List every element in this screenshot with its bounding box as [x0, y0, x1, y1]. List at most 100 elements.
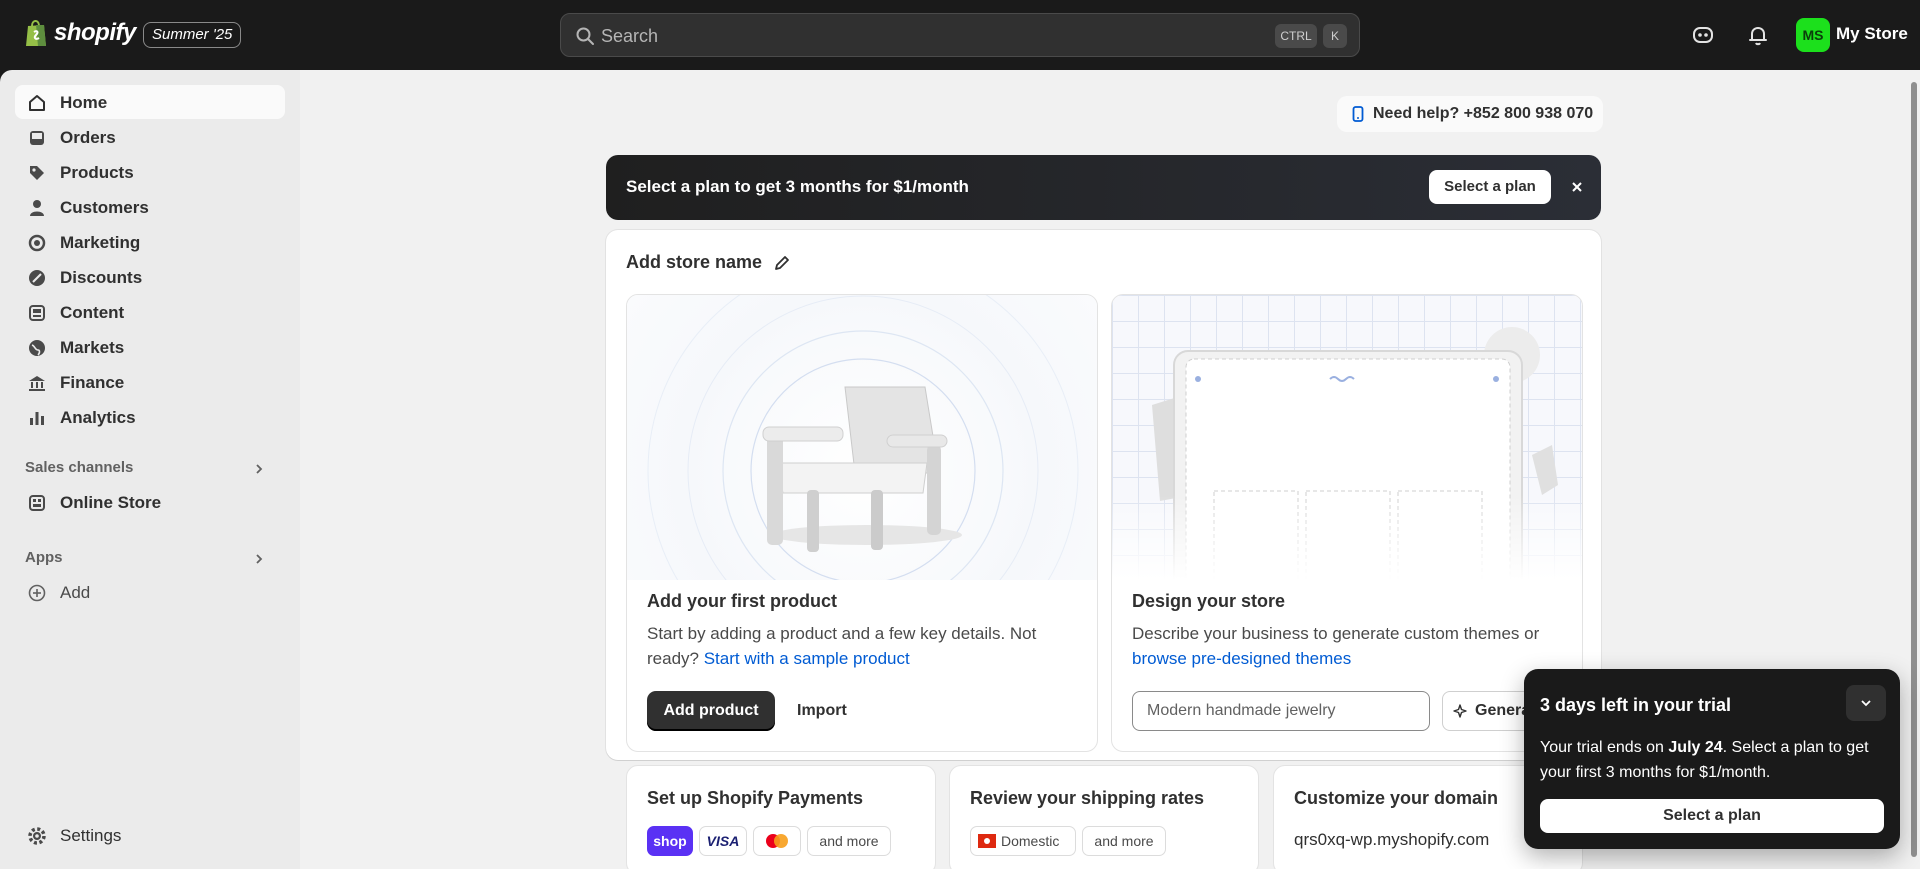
sidebar-item-products[interactable]: Products: [15, 155, 285, 189]
sidebar-item-analytics[interactable]: Analytics: [15, 400, 285, 434]
payments-and-more: and more: [807, 826, 891, 856]
search-icon: [576, 27, 594, 45]
discount-icon: [29, 270, 45, 286]
close-icon[interactable]: [1568, 178, 1586, 196]
bar-chart-icon: [30, 412, 44, 425]
edition-badge[interactable]: Summer '25: [143, 22, 242, 48]
design-store-card: Design your store Describe your business…: [1111, 294, 1583, 752]
page-scrollbar[interactable]: [1908, 70, 1920, 869]
sidebar-item-customers[interactable]: Customers: [15, 190, 285, 224]
sidebar-item-label: Online Store: [60, 493, 162, 512]
sidebar-item-label: Add: [60, 583, 91, 602]
image-icon: [29, 305, 45, 321]
store-name-title[interactable]: Add store name: [626, 252, 762, 273]
design-store-desc-text: Describe your business to generate custo…: [1132, 624, 1540, 643]
sales-channels-heading[interactable]: Sales channels: [25, 459, 133, 476]
browse-themes-link[interactable]: browse pre-designed themes: [1132, 649, 1351, 668]
avatar[interactable]: MS: [1796, 18, 1830, 52]
sidebar-item-marketing[interactable]: Marketing: [15, 225, 285, 259]
sidebar-item-label: Home: [60, 93, 108, 112]
sidebar-item-label: Discounts: [60, 268, 143, 287]
shopify-bag-icon: [26, 20, 46, 46]
payments-title: Set up Shopify Payments: [647, 788, 864, 808]
sidebar-item-home[interactable]: Home: [15, 85, 285, 119]
sidebar-item-label: Products: [60, 163, 134, 182]
person-icon: [30, 200, 44, 216]
domain-title: Customize your domain: [1294, 788, 1499, 808]
shipping-rates-card[interactable]: Review your shipping rates Domestic and …: [949, 765, 1259, 869]
shopify-logo[interactable]: shopify: [24, 18, 136, 48]
gear-icon: [28, 827, 46, 845]
mastercard-icon: [766, 834, 788, 848]
globe-icon: [29, 340, 45, 356]
shipping-and-more: and more: [1082, 826, 1166, 856]
shortcut-k-key: K: [1323, 24, 1347, 48]
help-contact[interactable]: Need help? +852 800 938 070: [1337, 96, 1604, 132]
apps-heading[interactable]: Apps: [25, 549, 63, 566]
target-icon: [28, 234, 46, 252]
pencil-icon[interactable]: [772, 253, 792, 273]
bell-icon[interactable]: [1747, 24, 1769, 46]
store-name[interactable]: My Store: [1836, 24, 1908, 44]
sidebar-item-settings[interactable]: Settings: [15, 818, 285, 852]
scrollbar-thumb[interactable]: [1911, 82, 1917, 857]
shipping-title: Review your shipping rates: [970, 788, 1205, 808]
store-icon: [29, 495, 45, 511]
trial-title: 3 days left in your trial: [1540, 695, 1732, 715]
sparkle-icon: [1453, 704, 1467, 718]
sidebar-item-online-store[interactable]: Online Store: [15, 485, 285, 519]
sidebar-item-label: Marketing: [60, 233, 141, 252]
add-product-description: Start by adding a product and a few key …: [647, 621, 1077, 671]
sidebar-item-content[interactable]: Content: [15, 295, 285, 329]
add-product-title: Add your first product: [647, 591, 837, 611]
chevron-right-icon[interactable]: [252, 462, 266, 476]
home-icon: [29, 95, 45, 111]
domain-value: qrs0xq-wp.myshopify.com: [1294, 830, 1490, 849]
search-bar[interactable]: Search CTRL K: [560, 13, 1360, 57]
collapse-button[interactable]: [1846, 685, 1886, 721]
storefront-icon: [1112, 327, 1582, 592]
sidebar-item-label: Markets: [60, 338, 125, 357]
trial-end-date: July 24: [1668, 739, 1723, 756]
sidebar-item-label: Settings: [60, 826, 122, 845]
chevron-right-icon[interactable]: [252, 552, 266, 566]
plus-circle-icon: [28, 584, 46, 602]
sample-product-link[interactable]: Start with a sample product: [704, 649, 910, 668]
bank-icon: [29, 376, 45, 391]
sidebar-item-markets[interactable]: Markets: [15, 330, 285, 364]
add-product-button[interactable]: Add product: [647, 691, 775, 731]
import-button[interactable]: Import: [797, 691, 847, 731]
design-store-title: Design your store: [1132, 591, 1286, 611]
trial-body: Your trial ends on July 24. Select a pla…: [1540, 735, 1880, 785]
sidebar-item-label: Content: [60, 303, 125, 322]
storefront-illustration: [1112, 295, 1582, 592]
sidebar-item-label: Customers: [60, 198, 149, 217]
banner-text: Select a plan to get 3 months for $1/mon…: [626, 177, 969, 196]
hong-kong-flag-icon: [978, 834, 996, 848]
setup-card: Add store name Add your first product St…: [606, 230, 1601, 869]
design-store-description: Describe your business to generate custo…: [1132, 621, 1562, 671]
domestic-label: Domestic: [1001, 833, 1060, 849]
add-product-card: Add your first product Start by adding a…: [626, 294, 1098, 752]
select-plan-button[interactable]: Select a plan: [1429, 170, 1551, 204]
sidebar-item-add-app[interactable]: Add: [15, 575, 285, 609]
trial-popup: 3 days left in your trial Your trial end…: [1524, 669, 1900, 849]
domestic-pill: Domestic: [970, 826, 1076, 856]
shopify-payments-card[interactable]: Set up Shopify Payments shop VISA and mo…: [626, 765, 936, 869]
shopify-wordmark: shopify: [54, 19, 136, 46]
sidebar-item-label: Analytics: [60, 408, 136, 427]
tag-icon: [30, 166, 44, 180]
sidekick-icon[interactable]: [1692, 24, 1714, 46]
trial-select-plan-button[interactable]: Select a plan: [1540, 799, 1884, 833]
mastercard-logo: [753, 826, 801, 856]
sidebar-item-discounts[interactable]: Discounts: [15, 260, 285, 294]
chevron-down-icon: [1861, 700, 1871, 707]
sidebar-item-label: Finance: [60, 373, 125, 392]
theme-prompt-input[interactable]: Modern handmade jewelry: [1132, 691, 1430, 731]
sidebar-item-label: Orders: [60, 128, 116, 147]
phone-icon: [1352, 106, 1364, 122]
plan-banner: Select a plan to get 3 months for $1/mon…: [606, 155, 1601, 220]
inbox-icon: [30, 131, 44, 145]
sidebar-item-finance[interactable]: Finance: [15, 365, 285, 399]
sidebar-item-orders[interactable]: Orders: [15, 120, 285, 154]
